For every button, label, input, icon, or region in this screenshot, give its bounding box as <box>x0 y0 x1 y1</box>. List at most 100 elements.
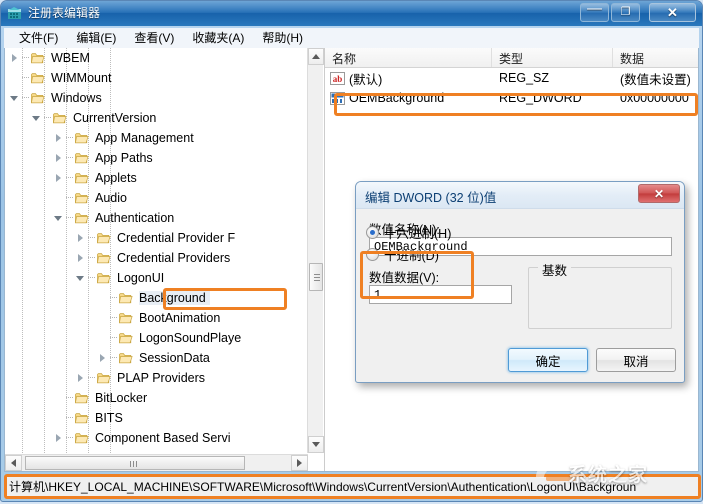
vertical-scroll-thumb[interactable] <box>309 263 323 291</box>
tree-item-applets[interactable]: Applets <box>5 168 308 188</box>
tree-connector <box>22 68 31 88</box>
tree-item-label: BITS <box>95 411 123 425</box>
menu-item-file[interactable]: 文件(F) <box>10 28 67 48</box>
tree-connector <box>88 228 97 248</box>
tree-item-wimmount[interactable]: WIMMount <box>5 68 308 88</box>
tree-connector <box>66 208 75 228</box>
tree-item-label: WBEM <box>51 51 90 65</box>
tree-item-wbem[interactable]: WBEM <box>5 48 308 68</box>
tree-item-app-paths[interactable]: App Paths <box>5 148 308 168</box>
tree-connector <box>110 348 119 368</box>
tree-connector <box>88 368 97 388</box>
dialog-close-button[interactable]: ✕ <box>638 184 680 203</box>
scroll-right-icon[interactable] <box>291 455 308 471</box>
tree-item-bootanimation[interactable]: BootAnimation <box>5 308 308 328</box>
minimize-button[interactable]: — <box>580 1 609 22</box>
tree-connector <box>88 268 97 288</box>
expand-arrow-icon[interactable] <box>75 228 88 248</box>
value-type-cell: REG_SZ <box>499 71 550 85</box>
tree-item-label: Applets <box>95 171 137 185</box>
title-bar: 注册表编辑器 — ❐ ✕ <box>1 1 702 26</box>
collapse-arrow-icon[interactable] <box>75 268 88 288</box>
tree-connector <box>66 428 75 448</box>
collapse-arrow-icon[interactable] <box>31 108 44 128</box>
tree-item-bitlocker[interactable]: BitLocker <box>5 388 308 408</box>
menu-item-edit[interactable]: 编辑(E) <box>67 28 125 48</box>
tree-item-currentversion[interactable]: CurrentVersion <box>5 108 308 128</box>
tree-item-label: Background <box>139 291 210 305</box>
column-header-type[interactable]: 类型 <box>492 48 613 67</box>
tree-item-plap-providers[interactable]: PLAP Providers <box>5 368 308 388</box>
scroll-left-icon[interactable] <box>5 455 22 471</box>
tree-connector <box>22 48 31 68</box>
expand-arrow-icon[interactable] <box>53 128 66 148</box>
expand-arrow-icon[interactable] <box>53 428 66 448</box>
tree-item-logonsoundplaye[interactable]: LogonSoundPlaye <box>5 328 308 348</box>
tree-item-authentication[interactable]: Authentication <box>5 208 308 228</box>
expand-arrow-icon[interactable] <box>75 248 88 268</box>
column-header-name[interactable]: 名称 <box>325 48 492 67</box>
tree-item-windows[interactable]: Windows <box>5 88 308 108</box>
horizontal-scroll-thumb[interactable] <box>25 456 245 470</box>
value-data-input[interactable]: 1 <box>369 285 512 304</box>
folder-icon <box>75 432 91 444</box>
registry-tree-pane: WBEM WIMMount Windows CurrentVersion App Man… <box>5 48 325 471</box>
menu-item-help[interactable]: 帮助(H) <box>253 28 312 48</box>
radio-decimal[interactable]: 十进制(D) <box>366 245 439 264</box>
column-header-data[interactable]: 数据 <box>613 48 698 67</box>
tree-connector <box>66 148 75 168</box>
cancel-button[interactable]: 取消 <box>596 348 676 372</box>
tree-item-label: App Paths <box>95 151 153 165</box>
tree-item-label: Authentication <box>95 211 175 225</box>
registry-tree[interactable]: WBEM WIMMount Windows CurrentVersion App Man… <box>5 48 308 453</box>
collapse-arrow-icon[interactable] <box>53 208 66 228</box>
maximize-button[interactable]: ❐ <box>611 3 640 22</box>
folder-icon <box>75 192 91 204</box>
tree-item-credential-provider-f[interactable]: Credential Provider F <box>5 228 308 248</box>
tree-item-bits[interactable]: BITS <box>5 408 308 428</box>
menu-item-view[interactable]: 查看(V) <box>125 28 183 48</box>
expand-arrow-icon[interactable] <box>9 48 22 68</box>
expand-arrow-icon[interactable] <box>75 368 88 388</box>
close-button[interactable]: ✕ <box>649 3 696 22</box>
folder-icon <box>75 212 91 224</box>
tree-item-app-management[interactable]: App Management <box>5 128 308 148</box>
tree-item-audio[interactable]: Audio <box>5 188 308 208</box>
ok-button[interactable]: 确定 <box>508 348 588 372</box>
tree-connector <box>88 248 97 268</box>
folder-icon <box>97 272 113 284</box>
tree-item-sessiondata[interactable]: SessionData <box>5 348 308 368</box>
table-row[interactable]: ab (默认) REG_SZ (数值未设置) <box>325 68 698 88</box>
radio-hexadecimal[interactable]: 十六进制(H) <box>366 223 451 242</box>
tree-item-background[interactable]: Background <box>5 288 308 308</box>
folder-icon <box>75 172 91 184</box>
tree-connector <box>110 308 119 328</box>
string-value-icon: ab <box>330 71 345 85</box>
tree-horizontal-scrollbar[interactable] <box>5 454 308 471</box>
folder-icon <box>31 52 47 64</box>
tree-vertical-scrollbar[interactable] <box>307 48 324 453</box>
tree-item-label: SessionData <box>139 351 210 365</box>
tree-item-component-based-servi[interactable]: Component Based Servi <box>5 428 308 448</box>
expand-arrow-icon[interactable] <box>53 148 66 168</box>
scroll-up-icon[interactable] <box>308 48 324 65</box>
close-icon: ✕ <box>653 186 665 201</box>
table-row[interactable]: OEMBackground REG_DWORD 0x00000000 <box>325 88 698 108</box>
tree-connector <box>22 88 31 108</box>
tree-item-credential-providers[interactable]: Credential Providers <box>5 248 308 268</box>
folder-icon <box>31 72 47 84</box>
tree-connector <box>66 128 75 148</box>
tree-item-logonui[interactable]: LogonUI <box>5 268 308 288</box>
value-name-text: OEMBackground <box>349 91 445 105</box>
collapse-arrow-icon[interactable] <box>9 88 22 108</box>
tree-item-label: PLAP Providers <box>117 371 206 385</box>
expand-arrow-icon[interactable] <box>97 348 110 368</box>
registry-editor-icon <box>8 7 21 19</box>
window-title: 注册表编辑器 <box>28 6 101 20</box>
menu-item-favorites[interactable]: 收藏夹(A) <box>183 28 253 48</box>
expand-arrow-icon[interactable] <box>53 168 66 188</box>
scroll-down-icon[interactable] <box>308 436 324 453</box>
